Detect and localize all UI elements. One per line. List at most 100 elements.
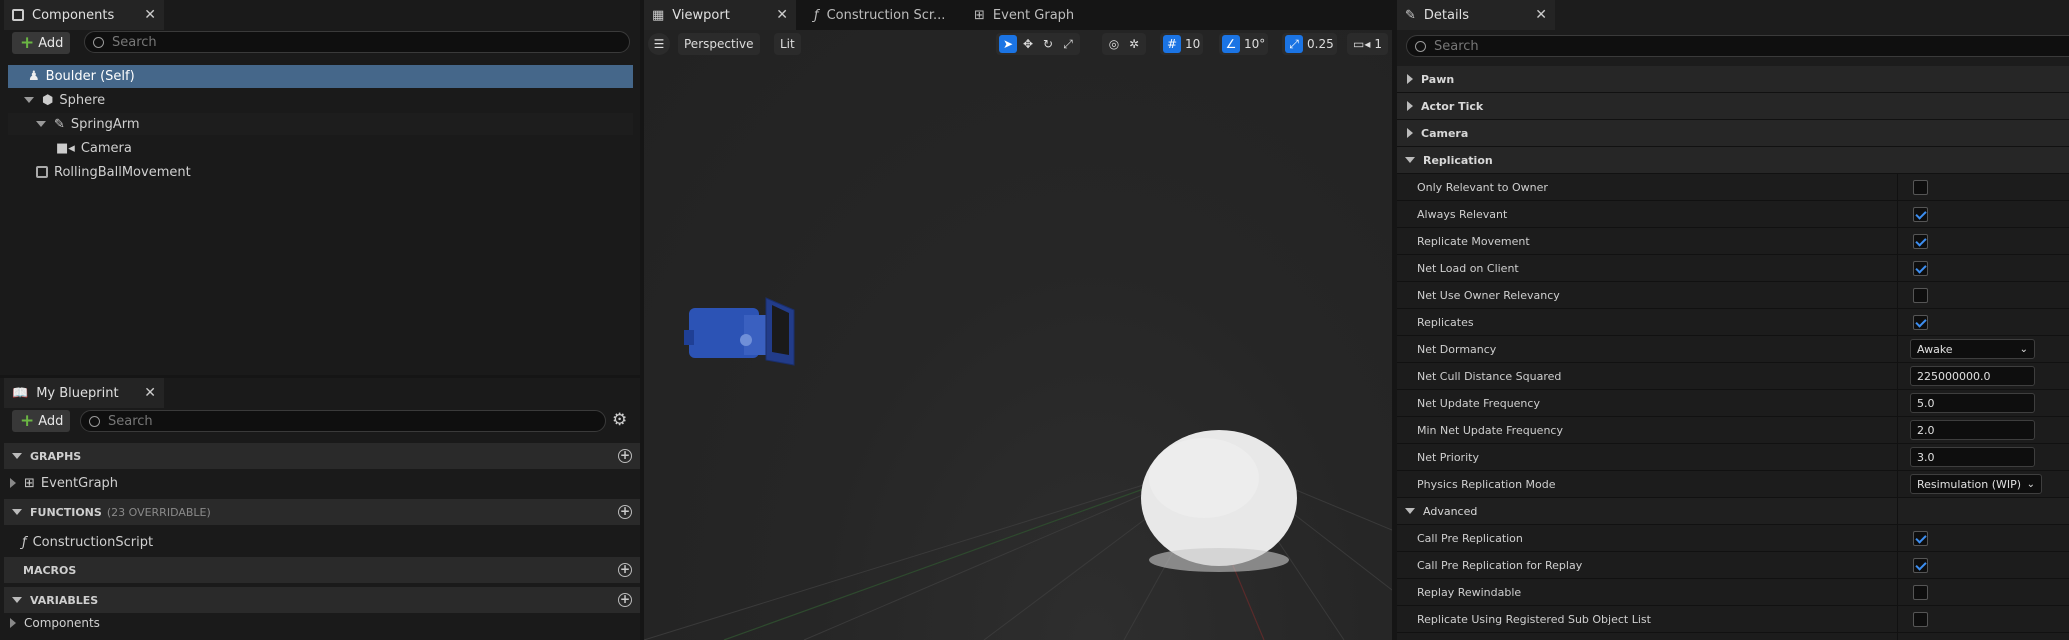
viewport-menu-button[interactable]: ☰ bbox=[648, 33, 670, 55]
camera-speed-icon: ▭◂ bbox=[1353, 37, 1371, 51]
close-icon[interactable]: ✕ bbox=[144, 7, 156, 23]
section-functions-label: FUNCTIONS bbox=[30, 505, 102, 519]
details-search-input[interactable]: Search bbox=[1406, 35, 2069, 57]
close-icon[interactable]: ✕ bbox=[144, 385, 156, 401]
row-label: Net Update Frequency bbox=[1417, 396, 1540, 410]
rotate-tool-icon[interactable]: ↻ bbox=[1039, 35, 1057, 53]
components-panel bbox=[0, 0, 640, 375]
category-label: Pawn bbox=[1421, 72, 1455, 86]
section-graphs[interactable]: GRAPHS + bbox=[4, 443, 640, 469]
surface-snap-icon[interactable]: ✲ bbox=[1125, 35, 1143, 53]
row-only-relevant: Only Relevant to Owner bbox=[1397, 174, 2069, 201]
net-use-owner-checkbox[interactable] bbox=[1913, 288, 1928, 303]
min-net-update-input[interactable]: 2.0 bbox=[1910, 420, 2035, 440]
function-item-constructionscript[interactable]: ƒ ConstructionScript bbox=[22, 531, 622, 553]
function-icon: ƒ bbox=[814, 7, 819, 23]
components-search-input[interactable]: Search bbox=[84, 31, 630, 53]
net-dormancy-dropdown[interactable]: Awake ⌄ bbox=[1910, 339, 2035, 359]
replay-rewindable-checkbox[interactable] bbox=[1913, 585, 1928, 600]
add-component-button[interactable]: + Add bbox=[12, 32, 70, 54]
scale-snap-icon[interactable]: ⤢ bbox=[1285, 35, 1303, 53]
add-label: Add bbox=[38, 35, 64, 51]
category-actor-tick[interactable]: Actor Tick bbox=[1397, 93, 2069, 120]
tree-item-sphere[interactable]: ⬢ Sphere bbox=[8, 89, 633, 111]
add-blueprint-button[interactable]: + Add bbox=[12, 410, 70, 432]
tree-item-rollingballmovement[interactable]: RollingBallMovement bbox=[8, 161, 633, 183]
always-relevant-checkbox[interactable] bbox=[1913, 207, 1928, 222]
variable-category-components[interactable]: Components bbox=[8, 613, 628, 633]
translate-tool-icon[interactable]: ✥ bbox=[1019, 35, 1037, 53]
replicate-movement-checkbox[interactable] bbox=[1913, 234, 1928, 249]
gear-icon[interactable]: ⚙ bbox=[612, 410, 627, 430]
rotation-snap-icon[interactable]: ∠ bbox=[1222, 35, 1240, 53]
net-priority-input[interactable]: 3.0 bbox=[1910, 447, 2035, 467]
lit-button[interactable]: Lit bbox=[774, 33, 801, 55]
scale-snap-control[interactable]: ⤢ 0.25 bbox=[1282, 33, 1337, 55]
search-placeholder: Search bbox=[112, 34, 157, 50]
tree-item-springarm[interactable]: ✎ SpringArm bbox=[8, 113, 633, 135]
select-tool-icon[interactable]: ➤ bbox=[999, 35, 1017, 53]
net-load-checkbox[interactable] bbox=[1913, 261, 1928, 276]
tree-item-camera[interactable]: ■◂ Camera bbox=[8, 137, 633, 159]
net-cull-input[interactable]: 225000000.0 bbox=[1910, 366, 2035, 386]
tab-construction-script[interactable]: ƒ Construction Scr... bbox=[806, 0, 966, 30]
perspective-button[interactable]: Perspective bbox=[678, 33, 760, 55]
row-label: Net Dormancy bbox=[1417, 342, 1497, 356]
scale-tool-icon[interactable]: ⤢ bbox=[1059, 35, 1077, 53]
close-icon[interactable]: ✕ bbox=[1535, 7, 1547, 23]
row-label: Only Relevant to Owner bbox=[1417, 180, 1548, 194]
row-label: Replicates bbox=[1417, 315, 1474, 329]
row-label: Call Pre Replication bbox=[1417, 531, 1523, 545]
row-label: Net Load on Client bbox=[1417, 261, 1519, 275]
category-camera[interactable]: Camera bbox=[1397, 120, 2069, 147]
tab-my-blueprint-label: My Blueprint bbox=[36, 385, 119, 401]
blueprint-search-input[interactable]: Search bbox=[80, 410, 606, 432]
section-functions[interactable]: FUNCTIONS (23 OVERRIDABLE) + bbox=[4, 499, 640, 525]
chevron-down-icon bbox=[12, 597, 22, 603]
replicates-checkbox[interactable] bbox=[1913, 315, 1928, 330]
net-update-freq-input[interactable]: 5.0 bbox=[1910, 393, 2035, 413]
tab-event-graph[interactable]: ⊞ Event Graph bbox=[966, 0, 1106, 30]
category-replication[interactable]: Replication bbox=[1397, 147, 2069, 174]
world-space-icon[interactable]: ◎ bbox=[1105, 35, 1123, 53]
physics-mode-dropdown[interactable]: Resimulation (WIP) ⌄ bbox=[1910, 474, 2042, 494]
mesh-icon: ⬢ bbox=[42, 92, 54, 108]
add-function-icon[interactable]: + bbox=[618, 505, 632, 519]
row-call-pre-replay: Call Pre Replication for Replay bbox=[1397, 552, 2069, 579]
grid-snap-icon[interactable]: # bbox=[1163, 35, 1181, 53]
grid-snap-control[interactable]: # 10 bbox=[1160, 33, 1204, 55]
row-label: Replicate Using Registered Sub Object Li… bbox=[1417, 612, 1651, 626]
add-macro-icon[interactable]: + bbox=[618, 563, 632, 577]
add-variable-icon[interactable]: + bbox=[618, 593, 632, 607]
springarm-icon: ✎ bbox=[54, 116, 65, 132]
add-graph-icon[interactable]: + bbox=[618, 449, 632, 463]
call-pre-checkbox[interactable] bbox=[1913, 531, 1928, 546]
components-icon bbox=[12, 9, 24, 21]
graph-item-eventgraph[interactable]: ⊞ EventGraph bbox=[8, 472, 628, 494]
tab-details[interactable]: ✎ Details ✕ bbox=[1397, 0, 1555, 30]
viewport-scene bbox=[644, 297, 1392, 640]
section-macros[interactable]: MACROS + bbox=[4, 557, 640, 583]
search-placeholder: Search bbox=[1434, 38, 1479, 54]
tree-item-boulder[interactable]: ♟ Boulder (Self) bbox=[8, 65, 633, 88]
close-icon[interactable]: ✕ bbox=[776, 7, 788, 23]
camera-speed-control[interactable]: ▭◂ 1 bbox=[1347, 33, 1389, 55]
only-relevant-checkbox[interactable] bbox=[1913, 180, 1928, 195]
category-advanced[interactable]: Advanced bbox=[1397, 498, 2069, 525]
tab-my-blueprint[interactable]: 📖 My Blueprint ✕ bbox=[4, 378, 164, 408]
tab-components[interactable]: Components ✕ bbox=[4, 0, 164, 30]
viewport-canvas[interactable] bbox=[644, 30, 1392, 640]
category-pawn[interactable]: Pawn bbox=[1397, 66, 2069, 93]
section-variables-label: VARIABLES bbox=[30, 593, 99, 607]
chevron-down-icon bbox=[12, 509, 22, 515]
replicate-sub-checkbox[interactable] bbox=[1913, 612, 1928, 627]
details-value-divider bbox=[1897, 174, 1898, 640]
rotation-snap-control[interactable]: ∠ 10° bbox=[1219, 33, 1269, 55]
chevron-right-icon bbox=[1407, 128, 1413, 138]
section-variables[interactable]: VARIABLES + bbox=[4, 587, 640, 613]
chevron-right-icon bbox=[1407, 74, 1413, 84]
row-replicates: Replicates bbox=[1397, 309, 2069, 336]
chevron-down-icon bbox=[24, 97, 34, 103]
tab-viewport[interactable]: ▦ Viewport ✕ bbox=[644, 0, 796, 30]
call-pre-replay-checkbox[interactable] bbox=[1913, 558, 1928, 573]
